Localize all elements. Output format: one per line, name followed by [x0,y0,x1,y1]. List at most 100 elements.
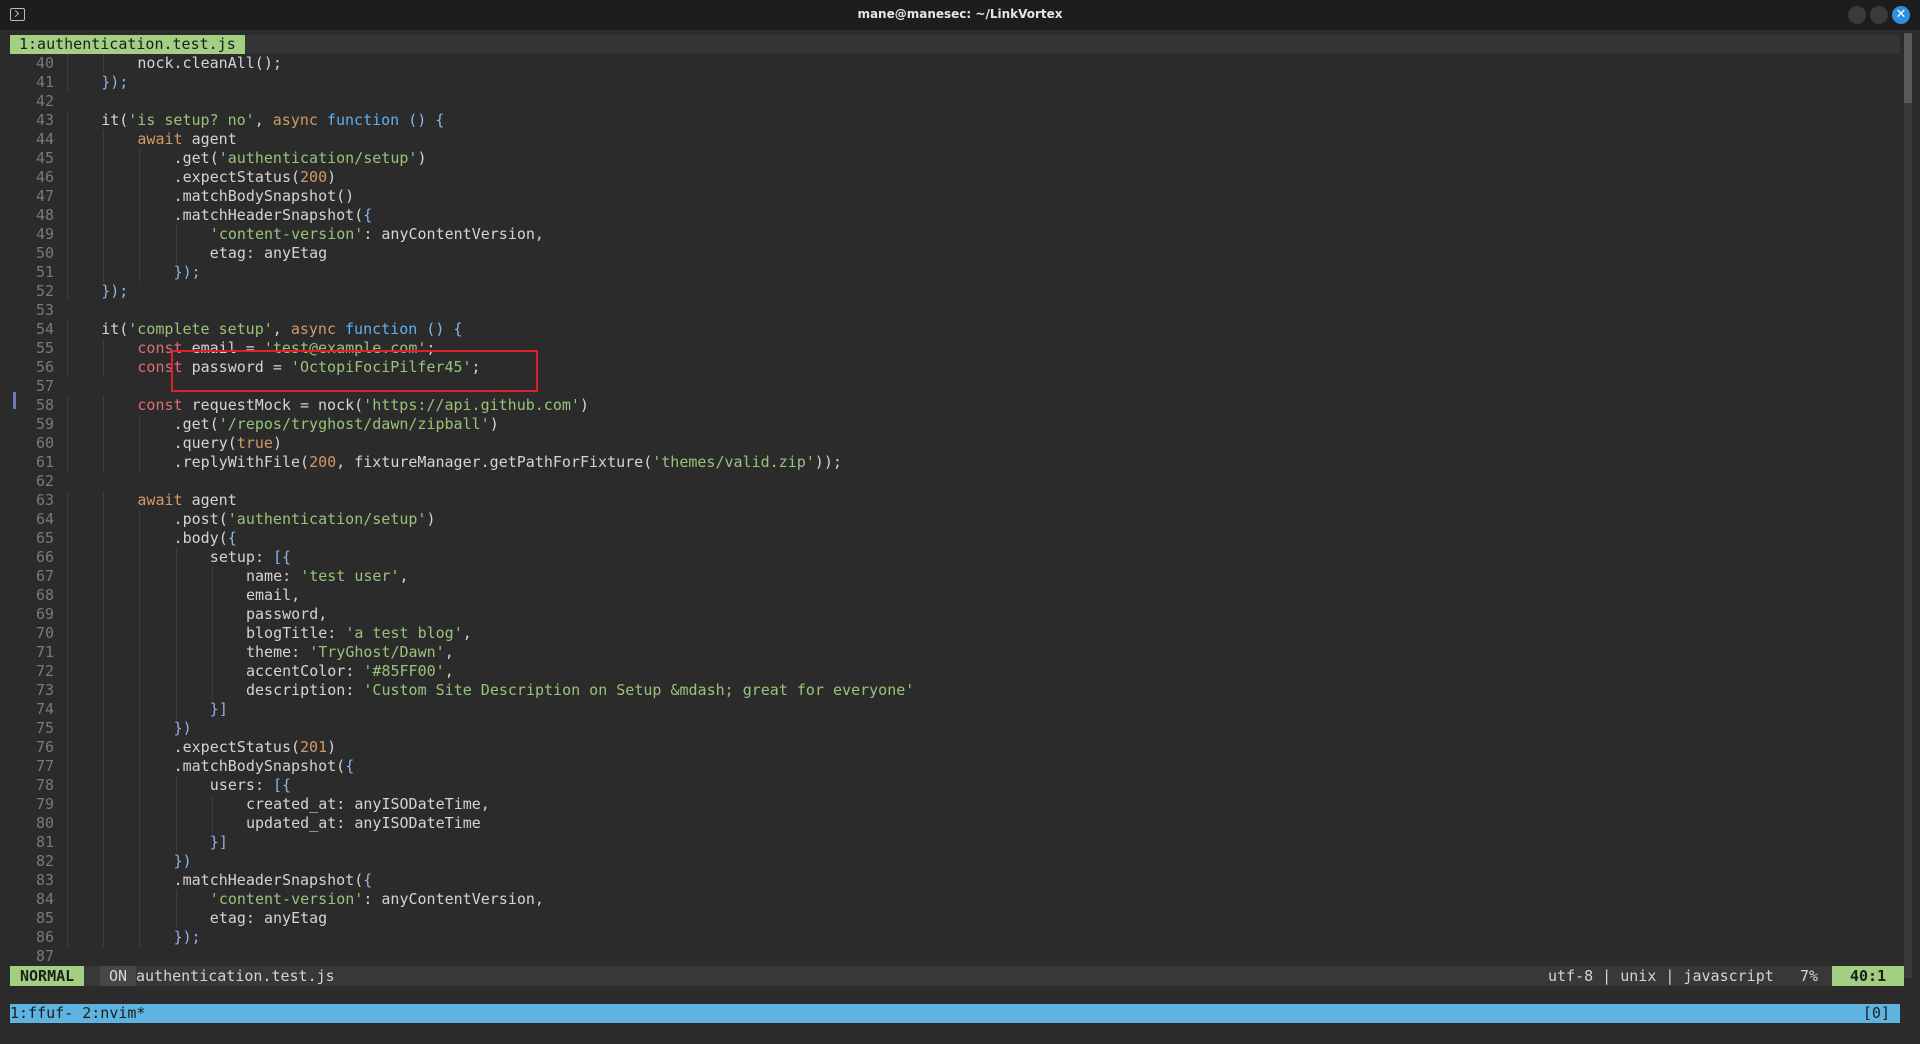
indent-guide [211,681,213,700]
close-button[interactable]: ✕ [1892,6,1910,24]
line-number: 58 [35,396,54,414]
indent-guide [67,339,68,358]
code-line: 78 users: [{ [10,776,1900,795]
code-token: }); [101,282,129,300]
indent-guide [103,586,105,605]
tmux-session-indicator: [0] [1862,1004,1890,1022]
indent-guide [139,643,141,662]
code-token: , [444,643,454,661]
code-token: () { [417,320,463,338]
code-token: }); [101,73,129,91]
line-number: 82 [35,852,54,870]
code-token: password = [182,358,291,376]
minimize-button[interactable] [1848,6,1866,24]
code-token: .replyWithFile( [173,453,310,471]
indent-guide [67,396,68,415]
code-token: 'Custom Site Description on Setup &mdash… [363,681,915,699]
line-number: 42 [35,92,54,110]
code-token: theme: [246,643,310,661]
code-line: 70 blogTitle: 'a test blog', [10,624,1900,643]
indent-guide [103,339,105,358]
indent-guide [103,776,105,795]
indent-guide [67,130,68,149]
code-text: .get('/repos/tryghost/dawn/zipball') [174,415,499,434]
indent-guide [67,111,68,130]
code-token: ) [489,415,499,433]
indent-guide [103,263,105,282]
line-number: 80 [35,814,54,832]
indent-guide [103,795,105,814]
line-number: 43 [35,111,54,129]
code-token: 200 [309,453,337,471]
code-token: , fixtureManager.getPathForFixture( [336,453,653,471]
line-number: 67 [35,567,54,585]
indent-guide [103,510,105,529]
code-line: 61 .replyWithFile(200, fixtureManager.get… [10,453,1900,472]
indent-guide [139,510,141,529]
indent-guide [139,700,141,719]
code-text: it('is setup? no', async function () { [101,111,444,130]
code-text: .matchBodySnapshot() [174,187,355,206]
code-token: 'authentication/setup' [227,510,427,528]
code-line: 41}); [10,73,1900,92]
indent-guide [67,738,68,757]
indent-guide [211,567,213,586]
line-number: 52 [35,282,54,300]
code-editor[interactable]: 40 nock.cleanAll(); 41}); 42 43 it('is setup?… [10,54,1900,994]
indent-guide [211,795,213,814]
line-number: 57 [35,377,54,395]
indent-guide [139,738,141,757]
code-token: }) [173,719,192,737]
code-token: , [272,320,291,338]
indent-guide [67,586,68,605]
code-token: }] [209,833,228,851]
code-line: 50 etag: anyEtag [10,244,1900,263]
indent-guide [175,814,177,833]
indent-guide [67,434,68,453]
scrollbar-thumb[interactable] [1904,33,1912,103]
vim-statusline: NORMAL ON authentication.test.js utf-8 |… [10,966,1905,986]
code-text: .matchBodySnapshot({ [174,757,355,776]
scrollbar[interactable] [1904,33,1912,978]
indent-guide [103,890,105,909]
tmux-window-list[interactable]: 1:ffuf- 2:nvim* [10,1004,145,1023]
line-number: 71 [35,643,54,661]
code-line: 47 .matchBodySnapshot() [10,187,1900,206]
indent-guide [103,662,105,681]
indent-guide [67,168,68,187]
code-line: 79 created_at: anyISODateTime, [10,795,1900,814]
indent-guide [67,263,68,282]
indent-guide [67,605,68,624]
code-token: ) [327,168,337,186]
line-number: 84 [35,890,54,908]
indent-guide [103,187,105,206]
maximize-button[interactable] [1870,6,1888,24]
code-token: .expectStatus( [173,168,301,186]
code-line: 66 setup: [{ [10,548,1900,567]
line-number: 46 [35,168,54,186]
indent-guide [103,681,105,700]
code-line: 63 await agent [10,491,1900,510]
code-line: 87 [10,947,1900,966]
indent-guide [103,814,105,833]
code-text: .matchHeaderSnapshot({ [174,871,373,890]
code-token: 'is setup? no' [128,111,255,129]
indent-guide [67,415,68,434]
line-number: 66 [35,548,54,566]
code-text: users: [{ [210,776,291,795]
code-token: 'TryGhost/Dawn' [309,643,445,661]
code-token: nock.cleanAll(); [137,54,282,72]
code-token: { [227,529,237,547]
tab-authentication-test[interactable]: 1:authentication.test.js [10,35,245,54]
line-number: 81 [35,833,54,851]
line-number: 41 [35,73,54,91]
code-token: .matchBodySnapshot( [173,757,346,775]
line-number: 68 [35,586,54,604]
indent-guide [67,700,68,719]
indent-guide [67,358,68,377]
code-token: ; [471,358,481,376]
terminal-area[interactable]: 1:authentication.test.js 40 nock.cleanAll… [10,33,1900,1023]
code-token: blogTitle: [246,624,346,642]
code-token: { [363,206,373,224]
line-number: 45 [35,149,54,167]
